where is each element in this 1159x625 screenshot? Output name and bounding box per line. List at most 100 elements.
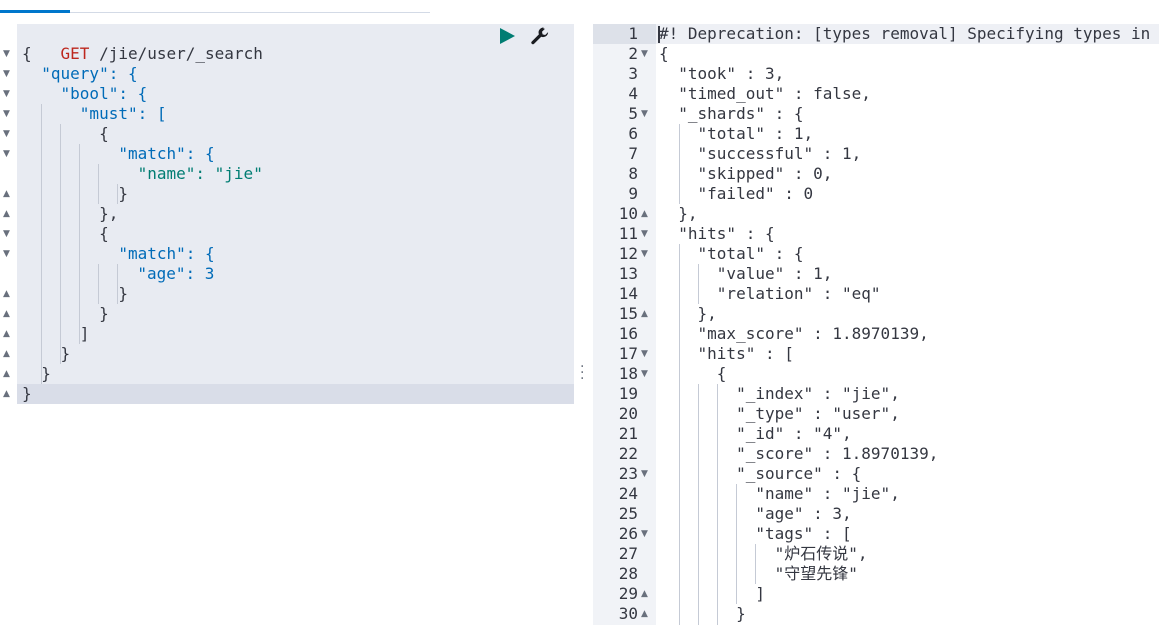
fold-toggle-icon[interactable]: ▼ [641, 524, 648, 544]
response-line: "failed" : 0 [659, 184, 814, 203]
play-icon[interactable] [498, 27, 516, 45]
line-number: 28 [618, 564, 638, 583]
response-line: "_type" : "user", [659, 404, 900, 423]
fold-toggle-icon[interactable]: ▼ [3, 44, 10, 64]
line-number: 21 [618, 424, 638, 443]
response-line: "skipped" : 0, [659, 164, 833, 183]
fold-toggle-icon[interactable]: ▼ [641, 104, 648, 124]
fold-toggle-icon[interactable]: ▲ [3, 284, 10, 304]
response-line: "_source" : { [659, 464, 862, 483]
tab-divider [70, 12, 430, 13]
fold-toggle-icon[interactable]: ▼ [641, 224, 648, 244]
active-tab-indicator[interactable] [0, 10, 70, 13]
fold-toggle-icon[interactable]: ▲ [3, 184, 10, 204]
code-line: } [22, 184, 128, 203]
fold-toggle-icon[interactable]: ▲ [641, 304, 648, 324]
fold-toggle-icon[interactable]: ▲ [3, 204, 10, 224]
response-line: { [659, 364, 727, 383]
wrench-icon[interactable] [530, 26, 550, 46]
line-number: 1 [628, 24, 638, 43]
line-number: 26 [618, 524, 638, 543]
line-number: 4 [628, 84, 638, 103]
line-number: 9 [628, 184, 638, 203]
fold-toggle-icon[interactable]: ▲ [641, 204, 648, 224]
response-line: "_shards" : { [659, 104, 804, 123]
code-line: "query": { [22, 64, 138, 83]
line-number: 11 [618, 224, 638, 243]
response-line: "_id" : "4", [659, 424, 852, 443]
code-line: { [22, 44, 32, 63]
active-line-highlight [17, 384, 574, 404]
fold-toggle-icon[interactable]: ▲ [3, 304, 10, 324]
vertical-dots-icon[interactable]: · · · [580, 360, 586, 386]
line-number: 23 [618, 464, 638, 483]
fold-toggle-icon[interactable]: ▼ [641, 464, 648, 484]
line-number: 8 [628, 164, 638, 183]
fold-toggle-icon[interactable]: ▲ [641, 584, 648, 604]
request-line[interactable]: GET /jie/user/_search [22, 24, 263, 63]
code-line: "bool": { [22, 84, 148, 103]
fold-toggle-icon[interactable]: ▲ [3, 364, 10, 384]
line-number: 25 [618, 504, 638, 523]
code-line: } [22, 284, 128, 303]
fold-toggle-icon[interactable]: ▼ [641, 364, 648, 384]
fold-toggle-icon[interactable]: ▼ [3, 64, 10, 84]
response-line: "value" : 1, [659, 264, 833, 283]
fold-toggle-icon[interactable]: ▲ [3, 324, 10, 344]
response-line: "relation" : "eq" [659, 284, 881, 303]
fold-toggle-icon[interactable]: ▼ [3, 104, 10, 124]
code-line: } [22, 344, 71, 363]
line-number: 22 [618, 444, 638, 463]
code-line: } [22, 304, 109, 323]
code-line: } [22, 364, 51, 383]
response-viewer[interactable]: 1 2 3 4 5 6 7 8 9 10 11 12 13 14 15 16 17 18 19 20 21 22 23 24 2… [593, 24, 1159, 625]
fold-toggle-icon[interactable]: ▲ [3, 384, 10, 404]
response-line: } [659, 604, 746, 623]
line-number: 13 [618, 264, 638, 283]
code-line: "age": 3 [41, 264, 215, 283]
code-line: }, [22, 204, 119, 223]
line-number: 7 [628, 144, 638, 163]
fold-toggle-icon[interactable]: ▼ [641, 344, 648, 364]
fold-toggle-icon[interactable]: ▼ [641, 244, 648, 264]
line-number: 3 [628, 64, 638, 83]
line-number: 19 [618, 384, 638, 403]
request-editor[interactable]: ▼ ▼ ▼ ▼ ▼ ▼ ▲ ▲ ▼ ▼ ▲ ▲ ▲ ▲ ▲ ▲ GET /jie… [0, 24, 575, 625]
http-method: GET [60, 44, 90, 63]
response-line: "max_score" : 1.8970139, [659, 324, 929, 343]
response-line: "successful" : 1, [659, 144, 862, 163]
line-number: 15 [618, 304, 638, 323]
fold-toggle-icon[interactable]: ▲ [3, 344, 10, 364]
line-number: 16 [618, 324, 638, 343]
fold-toggle-icon[interactable]: ▼ [3, 144, 10, 164]
line-number: 5 [628, 104, 638, 123]
response-line: ] [659, 584, 765, 603]
fold-toggle-icon[interactable]: ▼ [3, 124, 10, 144]
code-line: "name": "jie" [22, 164, 263, 183]
request-url: /jie/user/_search [99, 44, 263, 63]
response-line: "hits" : [ [659, 344, 794, 363]
response-line: "_index" : "jie", [659, 384, 900, 403]
line-number: 18 [618, 364, 638, 383]
line-number: 12 [618, 244, 638, 263]
code-line: { [22, 224, 109, 243]
fold-toggle-icon[interactable]: ▼ [3, 224, 10, 244]
line-number: 24 [618, 484, 638, 503]
response-line: "took" : 3, [659, 64, 785, 83]
fold-toggle-icon[interactable]: ▼ [641, 44, 648, 64]
fold-toggle-icon[interactable]: ▲ [641, 604, 648, 624]
top-tab-strip [0, 0, 1159, 14]
pane-resizer[interactable] [576, 24, 592, 625]
code-line: "match": { [22, 244, 215, 263]
response-line: "守望先锋" [659, 564, 858, 583]
code-line: "must": [ [22, 104, 167, 123]
line-number: 6 [628, 124, 638, 143]
fold-toggle-icon[interactable]: ▼ [3, 244, 10, 264]
code-line: { [22, 124, 109, 143]
code-line: } [22, 384, 32, 403]
response-line: "age" : 3, [659, 504, 852, 523]
response-line: "tags" : [ [659, 524, 852, 543]
response-line: "hits" : { [659, 224, 775, 243]
deprecation-warning: #! Deprecation: [types removal] Specifyi… [659, 24, 1159, 43]
fold-toggle-icon[interactable]: ▼ [3, 84, 10, 104]
